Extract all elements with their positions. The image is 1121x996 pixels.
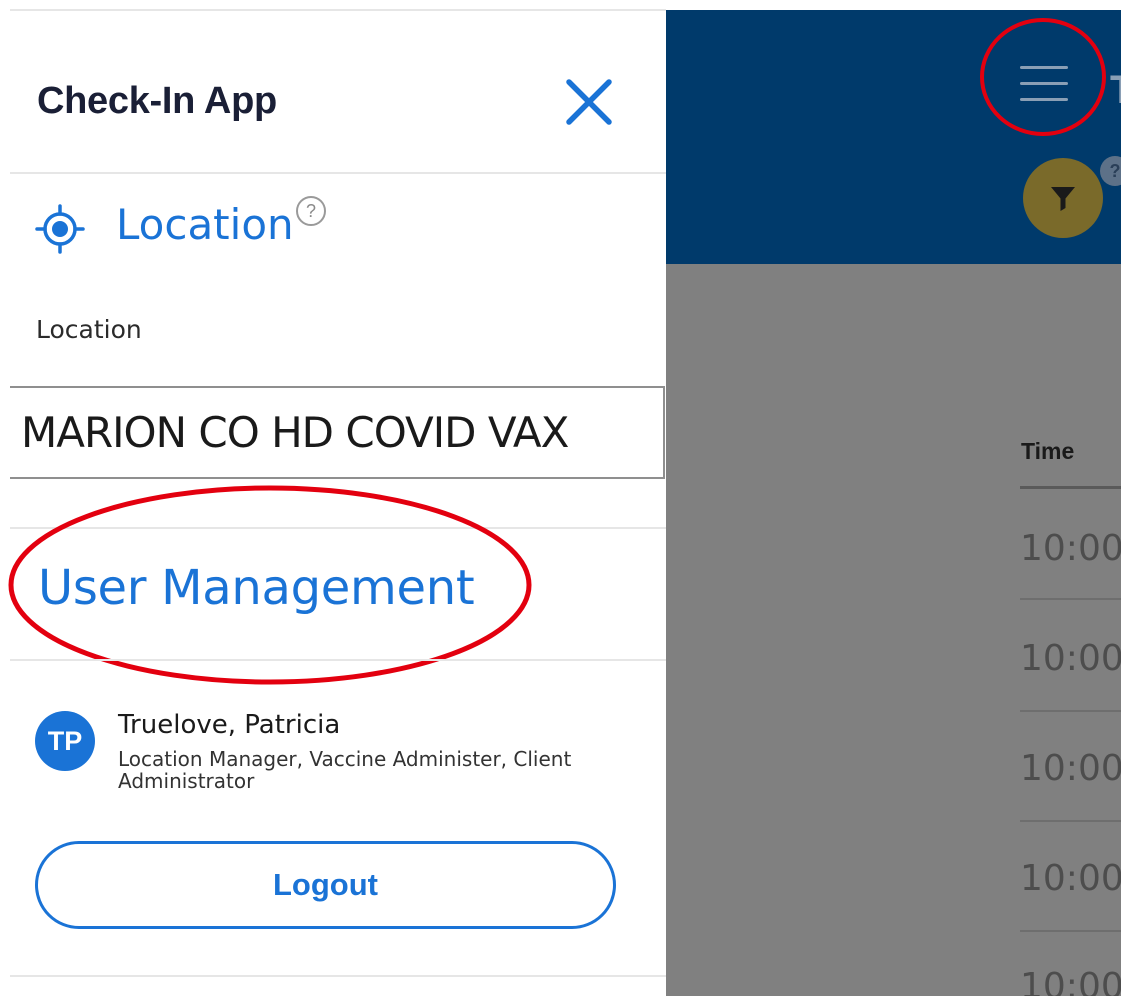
table-row-time: 10:00 A xyxy=(1020,966,1121,996)
divider xyxy=(10,975,666,977)
background-app-overlay[interactable]: T ? Time 10:00 A 10:00 A 10:00 A 10:00 A… xyxy=(666,10,1121,996)
location-field-label: Location xyxy=(36,315,142,344)
app-header: T ? xyxy=(666,10,1121,264)
row-divider xyxy=(1020,820,1121,822)
time-column-header: Time xyxy=(1021,438,1075,464)
location-select[interactable]: MARION CO HD COVID VAX xyxy=(10,386,665,479)
divider xyxy=(10,659,666,661)
hamburger-menu-button[interactable] xyxy=(1018,62,1070,106)
help-icon[interactable]: ? xyxy=(296,196,326,226)
row-divider xyxy=(1020,710,1121,712)
table-row-time: 10:00 A xyxy=(1020,638,1121,679)
help-icon[interactable]: ? xyxy=(1100,156,1121,186)
table-row-time: 10:00 A xyxy=(1020,858,1121,899)
hamburger-menu-icon xyxy=(1020,82,1068,85)
navigation-drawer: Check-In App Location ? Location MARION … xyxy=(0,0,666,996)
crosshair-location-icon xyxy=(35,204,85,254)
user-management-link[interactable]: User Management xyxy=(38,560,475,616)
filter-button[interactable] xyxy=(1023,158,1103,238)
avatar: TP xyxy=(35,711,95,771)
close-icon xyxy=(566,79,612,125)
location-heading: Location xyxy=(116,200,294,249)
row-divider xyxy=(1020,598,1121,600)
divider xyxy=(10,527,666,529)
row-divider xyxy=(1020,930,1121,932)
user-roles: Location Manager, Vaccine Administer, Cl… xyxy=(118,747,572,793)
app-title: Check-In App xyxy=(37,80,277,122)
header-rule xyxy=(1020,486,1121,489)
user-name: Truelove, Patricia xyxy=(118,710,341,740)
table-row-time: 10:00 A xyxy=(1020,528,1121,569)
divider xyxy=(10,9,666,11)
divider xyxy=(10,172,666,174)
hamburger-menu-icon xyxy=(1020,66,1068,69)
close-drawer-button[interactable] xyxy=(560,76,618,128)
table-row-time: 10:00 A xyxy=(1020,748,1121,789)
logout-button[interactable]: Logout xyxy=(35,841,616,929)
hamburger-menu-icon xyxy=(1020,98,1068,101)
filter-icon xyxy=(1051,187,1075,211)
header-title: T xyxy=(1110,68,1121,113)
